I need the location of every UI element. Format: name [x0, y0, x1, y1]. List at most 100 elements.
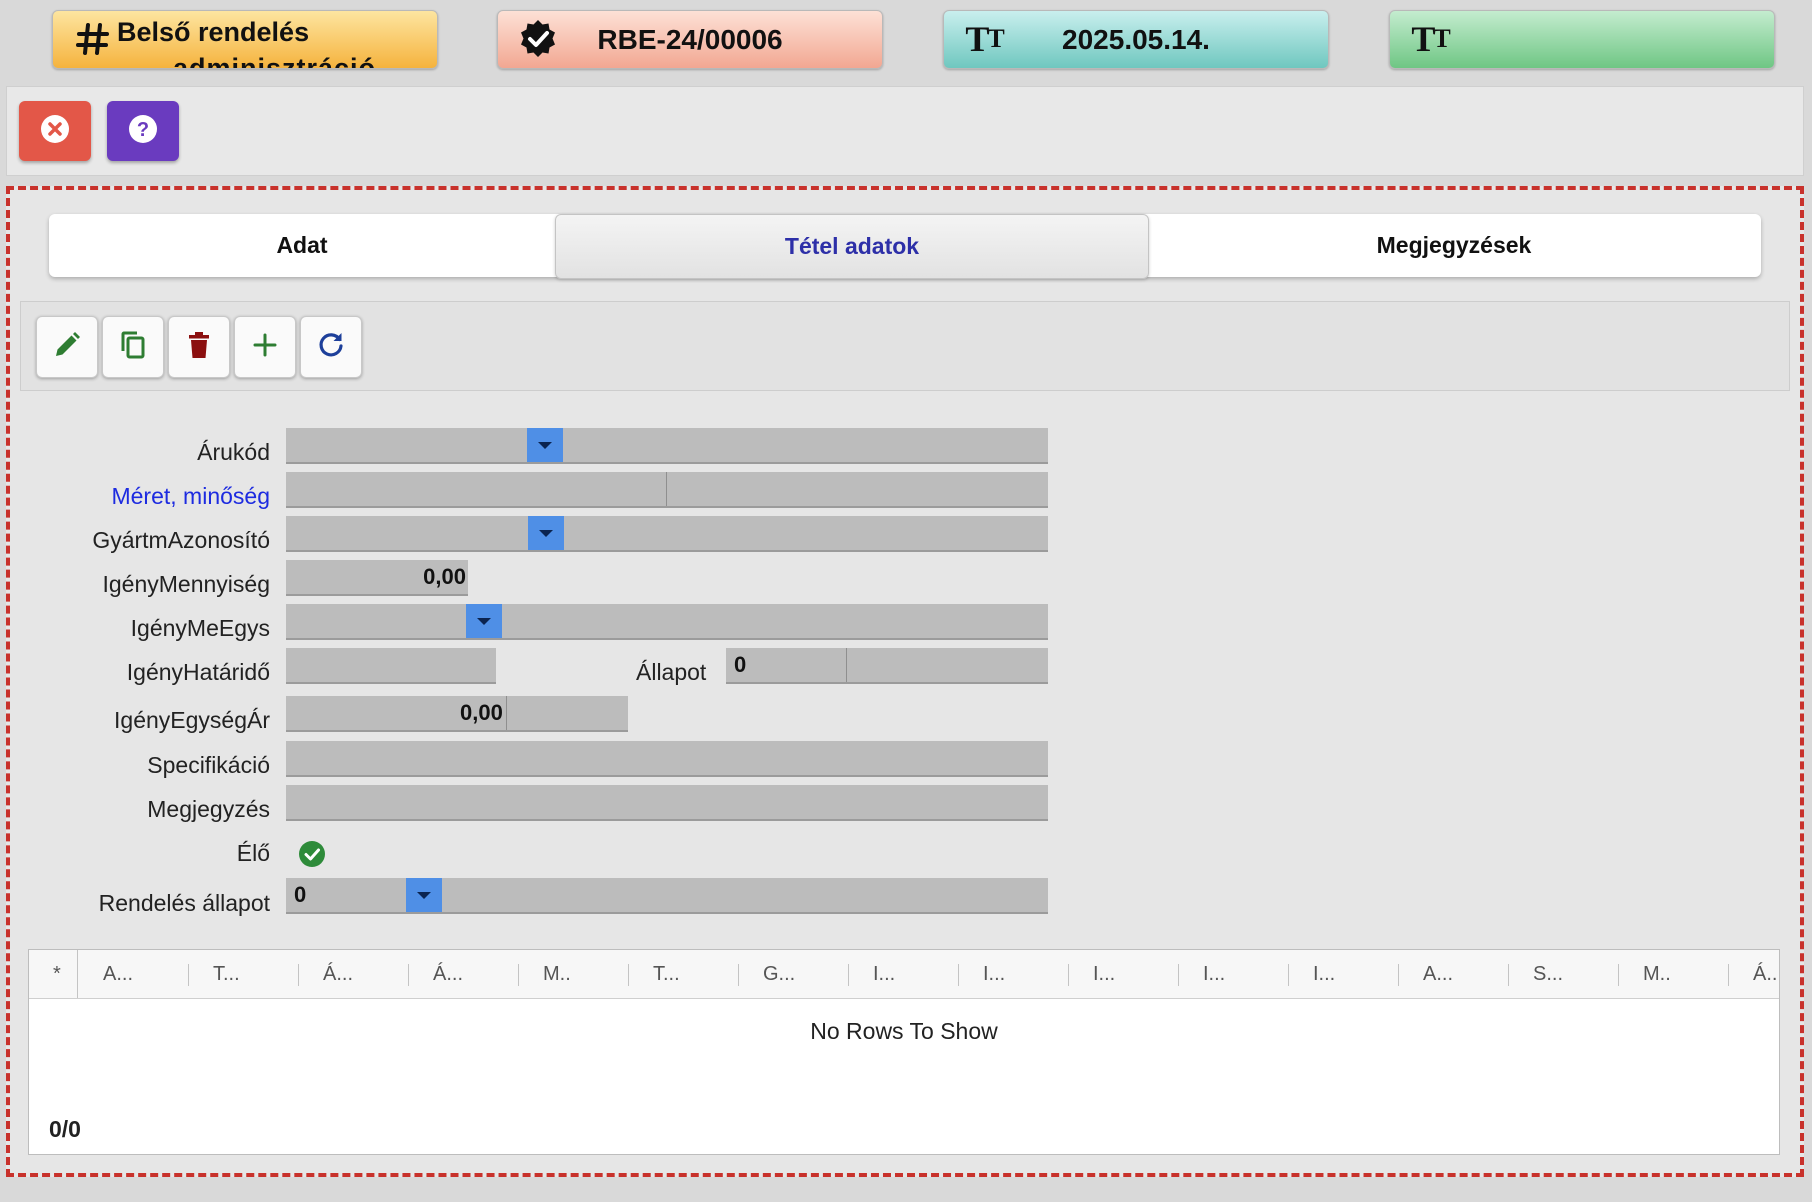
pencil-icon [52, 330, 82, 365]
field-separator [506, 696, 507, 730]
igeny-egysegar-value: 0,00 [460, 700, 503, 725]
refresh-button[interactable] [300, 316, 362, 378]
header-card-extra: TT [1389, 10, 1775, 69]
label-gyartmazonosito: GyártmAzonosító [92, 527, 270, 553]
grid-column-header[interactable]: Á... [323, 950, 353, 998]
close-circle-icon [39, 113, 71, 150]
igeny-hatarido-input[interactable] [286, 648, 496, 684]
meret-minoseg-field[interactable] [286, 472, 1048, 508]
grid-column-header[interactable]: I... [873, 950, 895, 998]
edit-button[interactable] [36, 316, 98, 378]
megjegyzes-input[interactable] [286, 785, 1048, 821]
column-divider[interactable] [628, 964, 629, 986]
column-divider[interactable] [1068, 964, 1069, 986]
header-subtitle: adminisztráció [173, 53, 377, 69]
tab-adat[interactable]: Adat [49, 214, 555, 277]
igeny-egysegar-input[interactable]: 0,00 [286, 696, 628, 732]
top-toolbar [6, 86, 1804, 176]
copy-button[interactable] [102, 316, 164, 378]
specifikacio-input[interactable] [286, 741, 1048, 777]
check-circle-icon [298, 841, 326, 872]
field-separator [846, 648, 847, 682]
column-divider[interactable] [518, 964, 519, 986]
column-divider[interactable] [1288, 964, 1289, 986]
chevron-down-icon[interactable] [527, 428, 563, 462]
label-igeny-meegys: IgényMeEgys [130, 615, 270, 641]
grid-column-header[interactable]: G... [763, 950, 795, 998]
grid-column-header[interactable]: A... [1423, 950, 1453, 998]
allapot-value: 0 [734, 652, 747, 677]
svg-text:?: ? [137, 119, 149, 141]
label-specifikacio: Specifikáció [147, 752, 270, 778]
delete-button[interactable] [168, 316, 230, 378]
column-divider [77, 950, 78, 998]
column-divider[interactable] [738, 964, 739, 986]
close-button[interactable] [19, 101, 91, 161]
column-divider[interactable] [1508, 964, 1509, 986]
help-button[interactable]: ? [107, 101, 179, 161]
grid-header: * A... T... Á... Á... M.. T... G... I...… [29, 950, 1779, 999]
chevron-down-icon[interactable] [528, 516, 564, 550]
grid-empty-message: No Rows To Show [810, 1018, 998, 1044]
grid-column-header[interactable]: I... [1313, 950, 1335, 998]
label-meret-minoseg[interactable]: Méret, minőség [111, 483, 270, 510]
tab-bar: Adat Tétel adatok Megjegyzések [49, 214, 1761, 279]
column-divider[interactable] [408, 964, 409, 986]
label-elo: Élő [236, 840, 270, 866]
copy-icon [117, 329, 149, 366]
tab-label: Megjegyzések [1376, 232, 1532, 258]
header-extra-value [1390, 11, 1774, 68]
field-separator [666, 472, 667, 506]
grid-column-header[interactable]: * [53, 950, 61, 998]
grid-column-header[interactable]: Á.. [1753, 950, 1777, 998]
tab-label: Tétel adatok [784, 233, 920, 259]
label-igeny-egysegar: IgényEgységÁr [114, 707, 270, 733]
column-divider[interactable] [1178, 964, 1179, 986]
grid-column-header[interactable]: M.. [1643, 950, 1671, 998]
chevron-down-icon[interactable] [466, 604, 502, 638]
column-divider[interactable] [188, 964, 189, 986]
grid-column-header[interactable]: I... [1093, 950, 1115, 998]
column-divider[interactable] [298, 964, 299, 986]
grid-column-header[interactable]: M.. [543, 950, 571, 998]
tab-tetel-adatok[interactable]: Tétel adatok [555, 214, 1149, 279]
header-card-title: Belső rendelés adminisztráció [52, 10, 438, 69]
grid-column-header[interactable]: A... [103, 950, 133, 998]
grid-column-header[interactable]: S... [1533, 950, 1563, 998]
header-card-document-number: RBE-24/00006 [497, 10, 883, 69]
chevron-down-icon[interactable] [406, 878, 442, 912]
trash-icon [185, 330, 213, 365]
allapot-field[interactable]: 0 [726, 648, 1048, 684]
column-divider[interactable] [1728, 964, 1729, 986]
igeny-mennyiseg-input[interactable]: 0,00 [286, 560, 468, 596]
elo-checkbox[interactable] [298, 840, 326, 873]
label-arukod: Árukód [197, 439, 270, 465]
column-divider[interactable] [958, 964, 959, 986]
label-allapot: Állapot [636, 659, 707, 685]
label-igeny-mennyiseg: IgényMennyiség [102, 571, 271, 597]
refresh-icon [316, 330, 346, 365]
column-divider[interactable] [848, 964, 849, 986]
rendeles-allapot-value: 0 [294, 882, 307, 907]
add-button[interactable] [234, 316, 296, 378]
grid-row-count: 0/0 [49, 1116, 81, 1142]
label-megjegyzes: Megjegyzés [147, 796, 270, 822]
label-rendeles-allapot: Rendelés állapot [98, 890, 270, 916]
rendeles-allapot-select[interactable]: 0 [286, 878, 1048, 914]
grid-column-header[interactable]: I... [1203, 950, 1225, 998]
items-grid: * A... T... Á... Á... M.. T... G... I...… [28, 949, 1780, 1155]
grid-column-header[interactable]: Á... [433, 950, 463, 998]
grid-column-header[interactable]: T... [653, 950, 680, 998]
igeny-meegys-select[interactable] [286, 604, 1048, 640]
tab-megjegyzesek[interactable]: Megjegyzések [1147, 214, 1761, 277]
column-divider[interactable] [1398, 964, 1399, 986]
grid-column-header[interactable]: T... [213, 950, 240, 998]
gyartmazonosito-select[interactable] [286, 516, 1048, 552]
label-igeny-hatarido: IgényHatáridő [126, 659, 270, 685]
grid-column-header[interactable]: I... [983, 950, 1005, 998]
tab-label: Adat [276, 232, 328, 258]
document-date: 2025.05.14. [1062, 23, 1210, 55]
column-divider[interactable] [1618, 964, 1619, 986]
document-number: RBE-24/00006 [597, 23, 783, 55]
arukod-select[interactable] [286, 428, 1048, 464]
